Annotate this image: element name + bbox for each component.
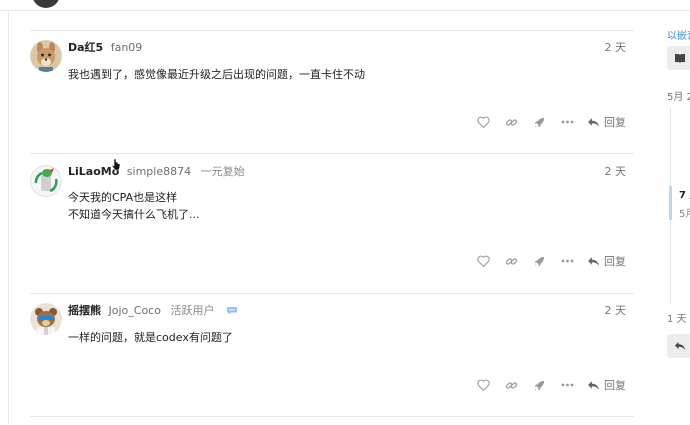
reply-icon <box>588 117 599 127</box>
reply-icon <box>588 380 599 390</box>
post-body: 今天我的CPA也是这样 不知道今天搞什么飞机了... <box>68 189 200 223</box>
boost-button[interactable] <box>525 375 553 395</box>
copy-link-button[interactable] <box>497 375 525 395</box>
topic-timeline: 以嵌套 5月 2 7 / 5月 1 天 前 <box>660 0 690 424</box>
more-icon <box>561 259 573 263</box>
post-meta: Da红5 fan09 <box>68 39 142 55</box>
link-icon <box>505 381 517 389</box>
reply-icon <box>675 342 685 350</box>
boost-button[interactable] <box>525 112 553 132</box>
post-text-line: 一样的问题，就是codex有问题了 <box>68 331 233 344</box>
copy-link-button[interactable] <box>497 112 525 132</box>
copy-link-button[interactable] <box>497 251 525 271</box>
nested-view-link[interactable]: 以嵌套 <box>667 27 690 42</box>
reply-label: 回复 <box>604 379 626 392</box>
reply-button[interactable]: 回复 <box>587 114 634 130</box>
like-button[interactable] <box>469 375 497 395</box>
post-body: 一样的问题，就是codex有问题了 <box>68 329 233 346</box>
post-date[interactable]: 2 天 <box>605 302 627 318</box>
reply-button[interactable]: 回复 <box>587 253 634 269</box>
post: 摇摆熊 Jojo_Coco 活跃用户 2 天 一样的问题，就是codex有问题了… <box>30 293 634 415</box>
like-button[interactable] <box>469 112 497 132</box>
more-button[interactable] <box>553 251 581 271</box>
more-icon <box>561 383 573 387</box>
timeline-position: 7 / <box>679 190 690 201</box>
left-edge-rule <box>8 0 9 424</box>
like-button[interactable] <box>469 251 497 271</box>
link-icon <box>505 118 517 126</box>
summary-button[interactable] <box>667 46 690 70</box>
boost-button[interactable] <box>525 251 553 271</box>
post-text-line: 不知道今天搞什么飞机了... <box>68 208 200 221</box>
heart-icon <box>476 255 490 267</box>
post-actions: 回复 <box>469 375 634 395</box>
post-body: 我也遇到了，感觉像最近升级之后出现的问题，一直卡住不动 <box>68 66 365 83</box>
timeline-reply-button[interactable] <box>667 334 690 358</box>
reply-icon <box>588 256 599 266</box>
timeline-handle[interactable] <box>669 186 672 220</box>
timeline-end-date[interactable]: 1 天 前 <box>667 310 690 325</box>
username[interactable]: Da红5 <box>68 41 103 54</box>
avatar[interactable] <box>30 303 62 335</box>
rocket-icon <box>534 256 544 266</box>
reply-label: 回复 <box>604 255 626 268</box>
post-date[interactable]: 2 天 <box>605 163 627 179</box>
heart-icon <box>476 379 490 391</box>
more-icon <box>561 120 573 124</box>
book-icon <box>675 53 685 63</box>
reply-button[interactable]: 回复 <box>587 377 634 393</box>
user-title: 活跃用户 <box>170 304 215 317</box>
user-title: 一元复始 <box>200 165 245 178</box>
previous-post-footer <box>0 0 690 11</box>
post-date[interactable]: 2 天 <box>605 39 627 55</box>
mouse-cursor <box>111 156 121 175</box>
chat-bubble-icon <box>226 305 238 318</box>
full-name[interactable]: fan09 <box>111 41 143 54</box>
link-icon <box>505 257 517 265</box>
rocket-icon <box>534 380 544 390</box>
post-actions: 回复 <box>469 112 634 132</box>
post: Da红5 fan09 2 天 我也遇到了，感觉像最近升级之后出现的问题，一直卡住… <box>30 30 634 150</box>
more-button[interactable] <box>553 375 581 395</box>
post-text-line: 我也遇到了，感觉像最近升级之后出现的问题，一直卡住不动 <box>68 68 365 81</box>
post-text-line: 今天我的CPA也是这样 <box>68 191 178 204</box>
avatar[interactable] <box>30 165 62 197</box>
username[interactable]: 摇摆熊 <box>68 304 101 317</box>
timeline-position-date: 5月 <box>679 209 690 220</box>
full-name[interactable]: Jojo_Coco <box>109 304 161 317</box>
heart-icon <box>476 116 490 128</box>
full-name[interactable]: simple8874 <box>127 165 191 178</box>
more-button[interactable] <box>553 112 581 132</box>
avatar[interactable] <box>30 40 62 72</box>
timeline-start-date[interactable]: 5月 2 <box>667 88 690 103</box>
post-meta: LiLaoMo simple8874 一元复始 <box>68 163 245 179</box>
rocket-icon <box>534 117 544 127</box>
post-actions: 回复 <box>469 251 634 271</box>
post-meta: 摇摆熊 Jojo_Coco 活跃用户 <box>68 302 238 318</box>
reply-label: 回复 <box>604 116 626 129</box>
